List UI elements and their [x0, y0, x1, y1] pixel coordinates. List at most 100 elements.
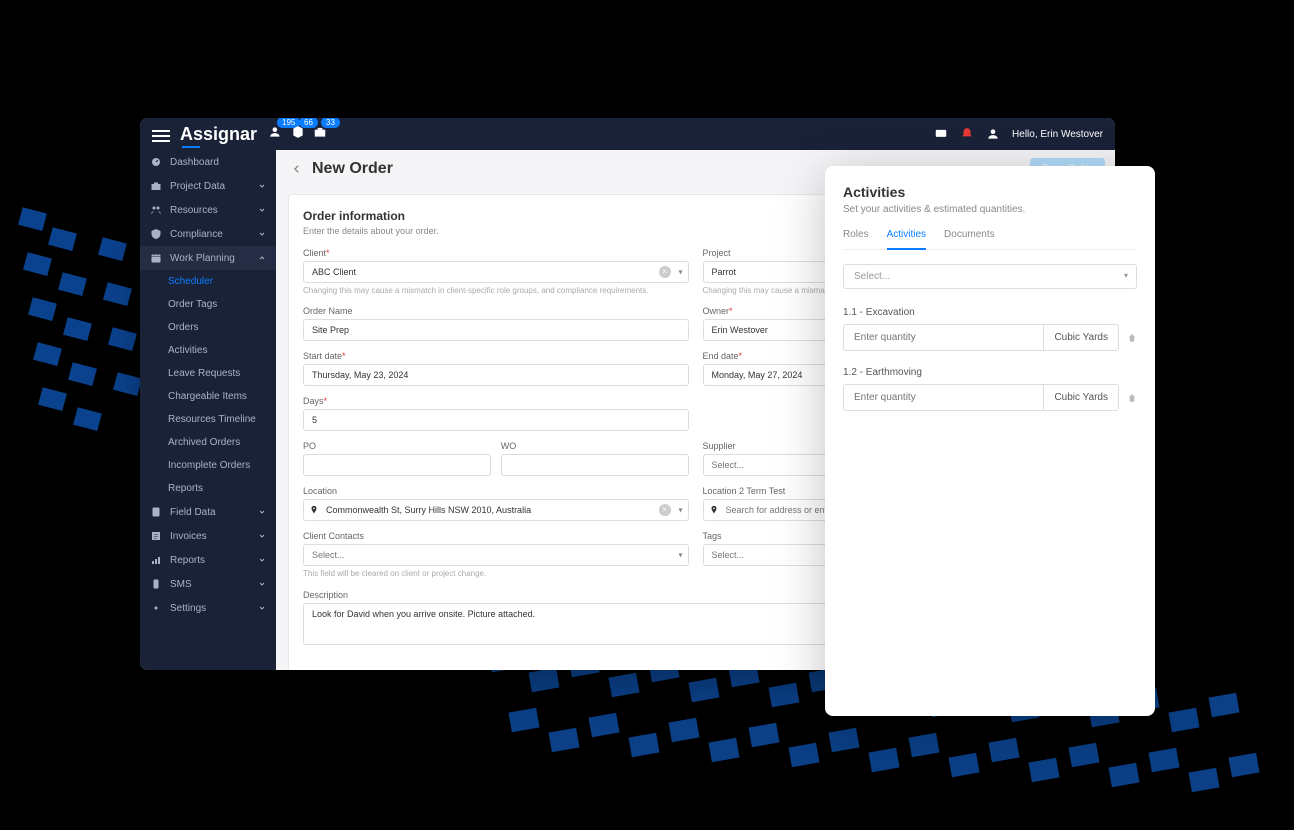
sidebar-item-label: Activities [168, 345, 207, 356]
briefcase-icon [150, 180, 162, 192]
chevron-down-icon [258, 604, 266, 612]
activity-label: 1.2 - Earthmoving [843, 367, 1137, 378]
days-input[interactable] [303, 409, 689, 431]
chevron-down-icon[interactable]: ▾ [678, 551, 682, 560]
activity-row: 1.2 - Earthmoving Cubic Yards [843, 367, 1137, 411]
order-name-input[interactable] [303, 319, 689, 341]
section-title: Order information [303, 209, 439, 223]
sidebar-item-label: Resources Timeline [168, 414, 256, 425]
quantity-input[interactable] [843, 324, 1043, 351]
po-label: PO [303, 441, 491, 451]
sidebar-subitem-activities[interactable]: Activities [140, 339, 276, 362]
activity-row: 1.1 - Excavation Cubic Yards [843, 307, 1137, 351]
resources-icon [150, 204, 162, 216]
sidebar-subitem-resources-timeline[interactable]: Resources Timeline [140, 408, 276, 431]
badge-users[interactable]: 195 [269, 125, 283, 144]
sidebar-subitem-archived-orders[interactable]: Archived Orders [140, 431, 276, 454]
section-subtitle: Enter the details about your order. [303, 226, 439, 236]
reports-icon [150, 554, 162, 566]
sidebar-subitem-order-tags[interactable]: Order Tags [140, 293, 276, 316]
badge-briefcase[interactable]: 33 [313, 125, 327, 144]
unit-label: Cubic Yards [1043, 324, 1119, 351]
calendar-icon [150, 252, 162, 264]
clear-icon[interactable]: × [659, 266, 671, 278]
po-input[interactable] [303, 454, 491, 476]
sidebar: DashboardProject Data Resources Compliance… [140, 150, 276, 670]
activity-select[interactable]: Select... [843, 264, 1137, 289]
sidebar-item-label: Order Tags [168, 299, 217, 310]
sidebar-item-settings[interactable]: Settings [140, 596, 276, 620]
sidebar-item-sms[interactable]: SMS [140, 572, 276, 596]
sidebar-subitem-incomplete-orders[interactable]: Incomplete Orders [140, 454, 276, 477]
tab-activities[interactable]: Activities [887, 229, 926, 250]
wo-input[interactable] [501, 454, 689, 476]
start-date-input[interactable] [303, 364, 689, 386]
sidebar-item-label: Reports [170, 555, 205, 566]
sidebar-subitem-reports[interactable]: Reports [140, 477, 276, 500]
sidebar-item-field-data[interactable]: Field Data [140, 500, 276, 524]
sidebar-item-label: Resources [170, 205, 218, 216]
sidebar-subitem-scheduler[interactable]: Scheduler [140, 270, 276, 293]
hamburger-menu-icon[interactable] [152, 127, 170, 141]
wo-label: WO [501, 441, 689, 451]
tab-roles[interactable]: Roles [843, 229, 869, 249]
contacts-select[interactable] [303, 544, 689, 566]
sidebar-item-resources[interactable]: Resources [140, 198, 276, 222]
clear-icon[interactable]: × [659, 504, 671, 516]
trash-icon[interactable] [1127, 392, 1137, 404]
chevron-down-icon[interactable]: ▾ [678, 506, 682, 515]
user-icon [986, 127, 1000, 141]
sidebar-item-label: Orders [168, 322, 199, 333]
chevron-down-icon [258, 556, 266, 564]
sidebar-subitem-orders[interactable]: Orders [140, 316, 276, 339]
sidebar-item-label: Chargeable Items [168, 391, 247, 402]
chevron-down-icon [258, 206, 266, 214]
logo: Assignar [180, 124, 257, 145]
start-date-label: Start date* [303, 351, 689, 361]
unit-label: Cubic Yards [1043, 384, 1119, 411]
sidebar-item-label: Settings [170, 603, 206, 614]
order-name-label: Order Name [303, 306, 689, 316]
chevron-down-icon [258, 508, 266, 516]
sidebar-subitem-leave-requests[interactable]: Leave Requests [140, 362, 276, 385]
days-label: Days* [303, 396, 689, 406]
bell-icon[interactable] [960, 127, 974, 141]
badge-box[interactable]: 66 [291, 125, 305, 144]
compliance-icon [150, 228, 162, 240]
sidebar-item-label: Invoices [170, 531, 207, 542]
trash-icon[interactable] [1127, 332, 1137, 344]
dashboard-icon [150, 156, 162, 168]
quantity-input[interactable] [843, 384, 1043, 411]
chevron-down-icon[interactable]: ▾ [678, 268, 682, 277]
sidebar-item-dashboard[interactable]: Dashboard [140, 150, 276, 174]
sidebar-item-label: Work Planning [170, 253, 235, 264]
header-badges: 195 66 33 [269, 125, 327, 144]
chat-icon[interactable] [934, 127, 948, 141]
sidebar-subitem-chargeable-items[interactable]: Chargeable Items [140, 385, 276, 408]
sidebar-item-project-data[interactable]: Project Data [140, 174, 276, 198]
sms-icon [150, 578, 162, 590]
pin-icon [709, 505, 719, 515]
client-label: Client* [303, 248, 689, 258]
tab-documents[interactable]: Documents [944, 229, 995, 249]
sidebar-item-compliance[interactable]: Compliance [140, 222, 276, 246]
sidebar-item-invoices[interactable]: Invoices [140, 524, 276, 548]
page-title: New Order [312, 160, 393, 178]
panel-title: Activities [843, 184, 1137, 200]
field-icon [150, 506, 162, 518]
chevron-down-icon [258, 230, 266, 238]
app-header: Assignar 195 66 33 Hello, Erin Westover [140, 118, 1115, 150]
back-arrow-icon[interactable] [292, 164, 302, 174]
sidebar-item-label: Archived Orders [168, 437, 240, 448]
chevron-down-icon [258, 580, 266, 588]
sidebar-item-work-planning[interactable]: Work Planning [140, 246, 276, 270]
location-input[interactable] [303, 499, 689, 521]
chevron-down-icon [258, 532, 266, 540]
sidebar-item-reports[interactable]: Reports [140, 548, 276, 572]
activity-label: 1.1 - Excavation [843, 307, 1137, 318]
sidebar-item-label: Field Data [170, 507, 216, 518]
client-help: Changing this may cause a mismatch in cl… [303, 286, 689, 296]
client-select[interactable] [303, 261, 689, 283]
invoices-icon [150, 530, 162, 542]
contacts-help: This field will be cleared on client or … [303, 569, 689, 579]
